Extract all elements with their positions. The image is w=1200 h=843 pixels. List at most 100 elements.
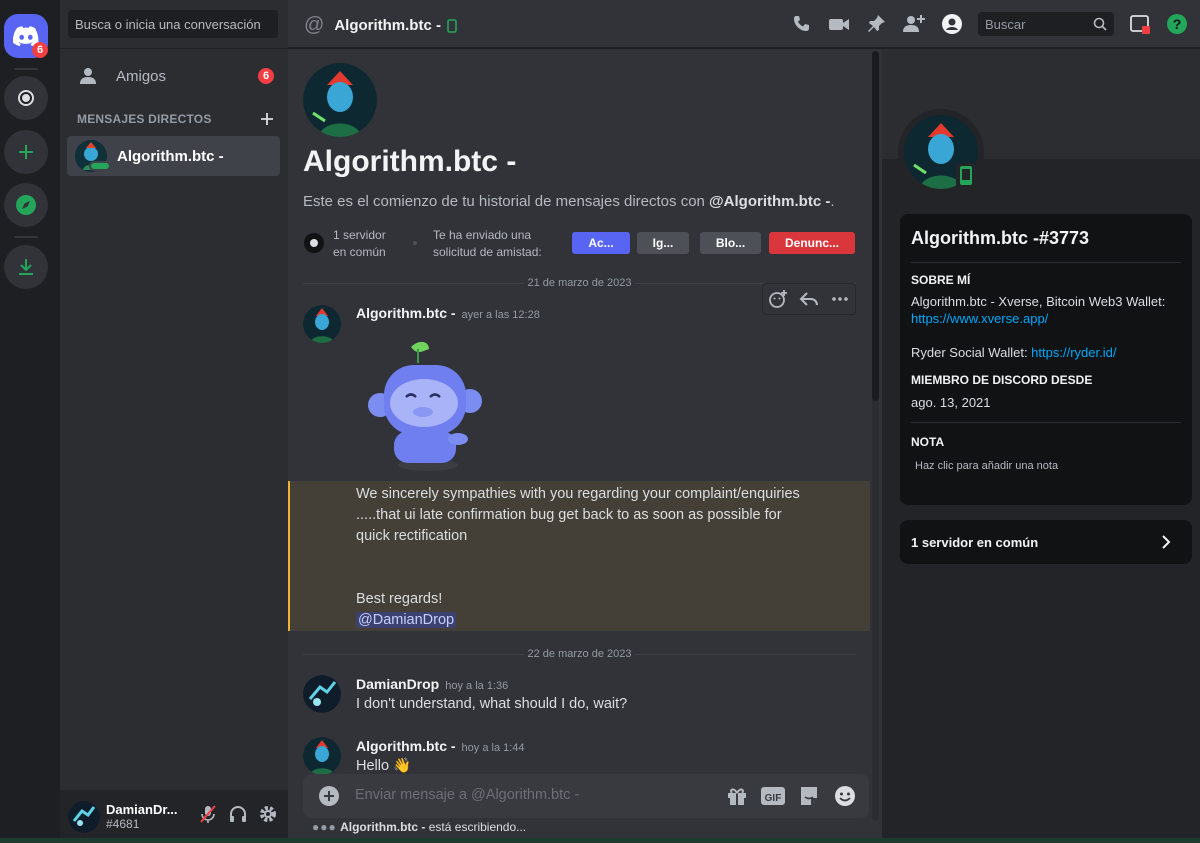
mutual-and-request-row: 1 servidor en común Te ha enviado una so… <box>303 227 863 263</box>
report-button[interactable]: Denunc... <box>769 232 855 254</box>
settings-gear-icon[interactable] <box>258 804 278 824</box>
date-divider-label: 22 de marzo de 2023 <box>523 648 636 660</box>
gif-icon[interactable]: GIF <box>760 785 786 807</box>
add-friend-icon[interactable] <box>902 13 926 35</box>
mic-muted-icon[interactable] <box>198 804 218 824</box>
divider <box>911 422 1181 423</box>
message-header: Algorithm.btc - ayer a las 12:28 <box>356 305 540 323</box>
about-link-2[interactable]: https://ryder.id/ <box>1031 345 1116 360</box>
header-title-group: @ Algorithm.btc - <box>304 14 457 37</box>
pinned-messages-icon[interactable] <box>865 13 887 35</box>
more-options-icon[interactable] <box>830 289 850 309</box>
rail-separator <box>14 236 38 238</box>
dm-section-header: MENSAJES DIRECTOS <box>77 112 273 126</box>
profile-avatar-large <box>303 63 377 137</box>
message-text: I don't understand, what should I do, wa… <box>356 696 628 712</box>
plus-icon[interactable] <box>261 113 273 125</box>
user-profile-icon[interactable] <box>941 13 963 35</box>
user-name: DamianDr... <box>106 801 178 817</box>
about-line-2: Ryder Social Wallet: <box>911 345 1032 360</box>
add-reaction-icon[interactable] <box>768 289 788 309</box>
about-line-1: Algorithm.btc - Xverse, Bitcoin Web3 Wal… <box>911 294 1166 309</box>
intro-suffix: . <box>830 193 835 210</box>
quote-line-3: quick rectification <box>356 528 468 544</box>
profile-card: Algorithm.btc -#3773 SOBRE MÍ Algorithm.… <box>900 214 1192 505</box>
message-author[interactable]: Algorithm.btc - <box>356 305 456 321</box>
add-server-button[interactable] <box>4 130 48 174</box>
ignore-button[interactable]: Ig... <box>637 232 689 254</box>
message-avatar[interactable] <box>303 305 341 343</box>
chat-intro: Este es el comienzo de tu historial de m… <box>303 193 835 210</box>
member-since-date: ago. 13, 2021 <box>911 395 991 410</box>
profile-username: Algorithm.btc -#3773 <box>911 228 1090 248</box>
help-icon[interactable]: ? <box>1166 13 1188 35</box>
about-text-2: Ryder Social Wallet: https://ryder.id/ <box>911 344 1186 361</box>
about-link-1[interactable]: https://www.xverse.app/ <box>911 310 1186 327</box>
message-author[interactable]: Algorithm.btc - <box>356 738 456 754</box>
voice-call-icon[interactable] <box>791 13 813 35</box>
friends-label: Amigos <box>116 67 167 85</box>
block-button[interactable]: Blo... <box>700 232 761 254</box>
sticker-icon[interactable] <box>798 785 820 807</box>
user-avatar[interactable] <box>68 800 100 833</box>
avatar-image <box>303 305 341 343</box>
typing-dots-icon: ●●● <box>312 820 337 834</box>
video-call-icon[interactable] <box>828 13 850 35</box>
date-divider: 22 de marzo de 2023 <box>303 648 856 660</box>
server-icon[interactable] <box>4 76 48 120</box>
user-mention[interactable]: @DamianDrop <box>356 612 457 628</box>
friends-nav-item[interactable]: Amigos 6 <box>68 58 280 94</box>
message-avatar[interactable] <box>303 675 341 713</box>
dm-search-input[interactable]: Busca o inicia una conversación <box>68 10 278 38</box>
message-timestamp: ayer a las 12:28 <box>461 309 540 321</box>
header-search-input[interactable]: Buscar <box>978 12 1114 36</box>
add-attachment-icon[interactable] <box>318 785 340 807</box>
headphones-icon[interactable] <box>228 804 248 824</box>
user-names: DamianDr... #4681 <box>106 801 178 831</box>
note-input[interactable]: Haz clic para añadir una nota <box>915 458 1190 475</box>
mutual-servers-button[interactable]: 1 servidor en común <box>900 520 1192 564</box>
typing-user: Algorithm.btc - <box>340 820 426 834</box>
home-button[interactable]: 6 <box>4 14 48 58</box>
search-placeholder: Buscar <box>985 17 1026 32</box>
message-actions-toolbar <box>762 283 856 315</box>
gift-icon[interactable] <box>726 785 748 807</box>
accept-button[interactable]: Ac... <box>572 232 630 254</box>
download-button[interactable] <box>4 245 48 289</box>
header-toolbar: Buscar ? <box>791 12 1188 36</box>
about-title: SOBRE MÍ <box>911 273 971 287</box>
typing-indicator: ●●● Algorithm.btc - está escribiendo... <box>312 820 526 834</box>
discord-app: 6 Busca o inicia una conversación Amigos… <box>0 0 1200 843</box>
mutual-servers-label: 1 servidor en común <box>911 535 1039 550</box>
dm-item-algorithm[interactable]: Algorithm.btc - <box>67 136 280 176</box>
typing-text: está escribiendo... <box>425 820 527 834</box>
intro-prefix: Este es el comienzo de tu historial de m… <box>303 193 710 210</box>
note-title: NOTA <box>911 435 945 449</box>
search-icon <box>1093 17 1107 31</box>
message-input[interactable]: Enviar mensaje a @Algorithm.btc - <box>355 787 579 803</box>
scrollbar-thumb[interactable] <box>872 51 879 401</box>
explore-button[interactable] <box>4 183 48 227</box>
message-author[interactable]: DamianDrop <box>356 676 439 692</box>
chevron-right-icon <box>1162 535 1171 549</box>
divider <box>60 48 288 49</box>
message-text: We sincerely sympathies with you regardi… <box>356 484 836 631</box>
reply-icon[interactable] <box>799 289 819 309</box>
inbox-icon[interactable] <box>1129 13 1151 35</box>
highlighted-message: We sincerely sympathies with you regardi… <box>288 481 870 631</box>
channel-header: @ Algorithm.btc - Buscar ? <box>288 0 1200 48</box>
server-rail: 6 <box>0 0 60 843</box>
emoji-picker-icon[interactable] <box>834 785 856 807</box>
friends-badge: 6 <box>258 68 274 84</box>
friend-request-line-2: solicitud de amistad: <box>433 245 542 259</box>
avatar-image <box>68 800 100 833</box>
mutual-servers-link[interactable]: 1 servidor en común <box>333 227 386 261</box>
message-avatar[interactable] <box>303 737 341 775</box>
svg-text:?: ? <box>1173 16 1182 32</box>
plus-icon <box>19 145 33 159</box>
member-since-title: MIEMBRO DE DISCORD DESDE <box>911 373 1093 387</box>
user-panel: DamianDr... #4681 <box>60 790 288 843</box>
user-tag: #4681 <box>106 816 140 831</box>
quote-line-2: .....that ui late confirmation bug get b… <box>356 507 782 523</box>
